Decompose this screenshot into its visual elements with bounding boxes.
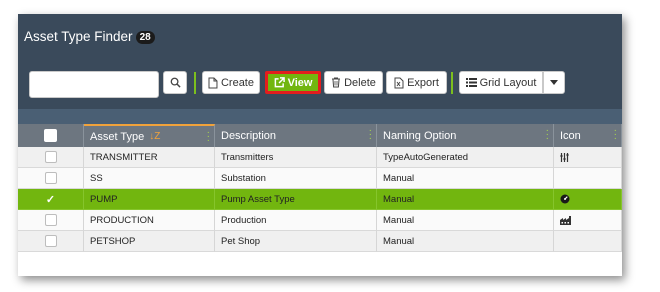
description-cell: Transmitters <box>215 147 377 168</box>
asset-type-cell: PUMP <box>84 189 215 210</box>
column-menu-icon[interactable]: · · · <box>614 126 617 144</box>
transmitter-icon <box>560 152 569 162</box>
select-all-checkbox[interactable] <box>44 129 57 142</box>
naming-option-cell: Manual <box>377 168 554 189</box>
column-header-label: Description <box>221 129 277 142</box>
column-header-icon[interactable]: Icon · · · <box>554 124 622 147</box>
table-row[interactable]: PETSHOP Pet Shop Manual <box>18 231 622 252</box>
sort-descending-icon[interactable]: ↓Z <box>149 131 160 142</box>
row-checkbox[interactable] <box>44 172 57 184</box>
icon-cell <box>554 168 622 189</box>
delete-button[interactable]: Delete <box>324 71 383 94</box>
table-row[interactable]: PRODUCTION Production Manual <box>18 210 622 231</box>
create-button[interactable]: Create <box>202 71 260 94</box>
production-icon <box>560 215 571 225</box>
external-link-icon <box>274 77 285 88</box>
column-menu-icon[interactable]: · · · <box>546 126 549 144</box>
asset-type-cell: PRODUCTION <box>84 210 215 231</box>
finder-header: Asset Type Finder 28 Create View Delete E… <box>18 14 622 109</box>
asset-type-finder-window: Asset Type Finder 28 Create View Delete E… <box>18 14 622 276</box>
asset-type-cell: TRANSMITTER <box>84 147 215 168</box>
row-select-cell <box>18 231 84 252</box>
naming-option-cell: Manual <box>377 231 554 252</box>
search-button[interactable] <box>163 71 187 94</box>
page-title-text: Asset Type Finder <box>24 29 133 44</box>
icon-cell <box>554 210 622 231</box>
header-band <box>18 109 622 124</box>
row-select-cell <box>18 147 84 168</box>
caret-down-icon <box>550 80 558 85</box>
search-input[interactable] <box>29 71 159 98</box>
new-document-icon <box>208 77 218 88</box>
row-checkbox[interactable] <box>44 151 57 163</box>
column-header-asset-type[interactable]: Asset Type ↓Z · · · <box>84 124 215 147</box>
table-row[interactable]: ✓ PUMP Pump Asset Type Manual <box>18 189 622 210</box>
trash-icon <box>332 77 341 88</box>
column-header-naming-option[interactable]: Naming Option · · · <box>377 124 554 147</box>
select-all-cell <box>18 124 84 147</box>
icon-cell <box>554 231 622 252</box>
count-badge: 28 <box>135 31 155 44</box>
view-button[interactable]: View <box>265 71 321 94</box>
description-cell: Pet Shop <box>215 231 377 252</box>
search-icon <box>170 77 181 88</box>
row-checkbox[interactable] <box>44 235 57 247</box>
delete-label: Delete <box>344 76 376 89</box>
export-button[interactable]: Export <box>386 71 447 94</box>
column-header-label: Asset Type <box>90 130 145 143</box>
excel-file-icon <box>394 77 404 88</box>
naming-option-cell: TypeAutoGenerated <box>377 147 554 168</box>
page-title: Asset Type Finder 28 <box>24 29 155 45</box>
icon-cell <box>554 147 622 168</box>
asset-type-cell: SS <box>84 168 215 189</box>
description-cell: Production <box>215 210 377 231</box>
create-label: Create <box>220 76 254 89</box>
table-row[interactable]: TRANSMITTER Transmitters TypeAutoGenerat… <box>18 147 622 168</box>
column-header-description[interactable]: Description · · · <box>215 124 377 147</box>
asset-type-cell: PETSHOP <box>84 231 215 252</box>
row-select-cell <box>18 210 84 231</box>
toolbar-separator <box>194 72 196 94</box>
column-menu-icon[interactable]: · · · <box>369 126 372 144</box>
column-header-label: Icon <box>560 129 581 142</box>
grid-layout-button[interactable]: Grid Layout <box>459 71 543 94</box>
row-select-cell <box>18 168 84 189</box>
row-select-cell: ✓ <box>18 189 84 210</box>
naming-option-cell: Manual <box>377 189 554 210</box>
icon-cell <box>554 189 622 210</box>
row-checkbox[interactable] <box>44 214 57 226</box>
export-label: Export <box>407 76 439 89</box>
table-row[interactable]: SS Substation Manual <box>18 168 622 189</box>
asset-type-grid: Asset Type ↓Z · · · Description · · · Naming… <box>18 124 622 252</box>
pump-icon <box>560 194 570 204</box>
grid-layout-label: Grid Layout <box>479 76 537 89</box>
view-label: View <box>287 76 313 89</box>
grid-header-row: Asset Type ↓Z · · · Description · · · Naming… <box>18 124 622 147</box>
naming-option-cell: Manual <box>377 210 554 231</box>
description-cell: Pump Asset Type <box>215 189 377 210</box>
grid-layout-dropdown[interactable] <box>543 71 565 94</box>
checkmark-icon[interactable]: ✓ <box>46 193 55 206</box>
toolbar-separator <box>451 72 453 94</box>
list-icon <box>465 78 477 87</box>
column-header-label: Naming Option <box>383 129 457 142</box>
column-menu-icon[interactable]: · · · <box>207 128 210 146</box>
description-cell: Substation <box>215 168 377 189</box>
